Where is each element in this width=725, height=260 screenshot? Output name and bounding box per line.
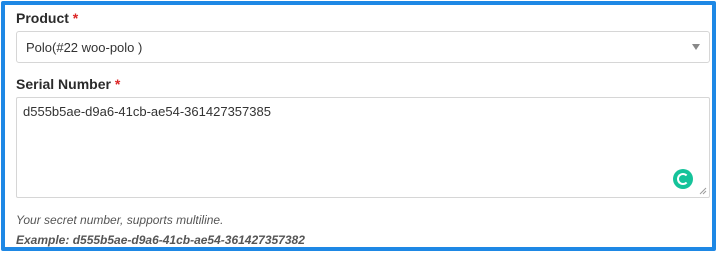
serial-number-label-text: Serial Number — [16, 76, 111, 92]
serial-example-text: Example: d555b5ae-d9a6-41cb-ae54-3614273… — [16, 233, 305, 247]
product-label-text: Product — [16, 10, 69, 26]
chevron-down-icon — [692, 44, 700, 50]
serial-number-value: d555b5ae-d9a6-41cb-ae54-361427357385 — [23, 104, 271, 119]
serial-number-label: Serial Number * — [16, 76, 120, 92]
resize-handle-icon[interactable] — [699, 187, 707, 195]
product-select[interactable]: Polo(#22 woo-polo ) — [16, 31, 710, 63]
serial-number-textarea[interactable]: d555b5ae-d9a6-41cb-ae54-361427357385 — [16, 97, 710, 198]
required-marker: * — [114, 76, 121, 92]
product-select-value: Polo(#22 woo-polo ) — [26, 40, 143, 55]
form-panel: Product * Polo(#22 woo-polo ) Serial Num… — [1, 1, 716, 251]
required-marker: * — [72, 10, 79, 26]
grammarly-icon[interactable] — [673, 169, 693, 189]
product-label: Product * — [16, 10, 78, 26]
serial-help-text: Your secret number, supports multiline. — [16, 213, 224, 227]
